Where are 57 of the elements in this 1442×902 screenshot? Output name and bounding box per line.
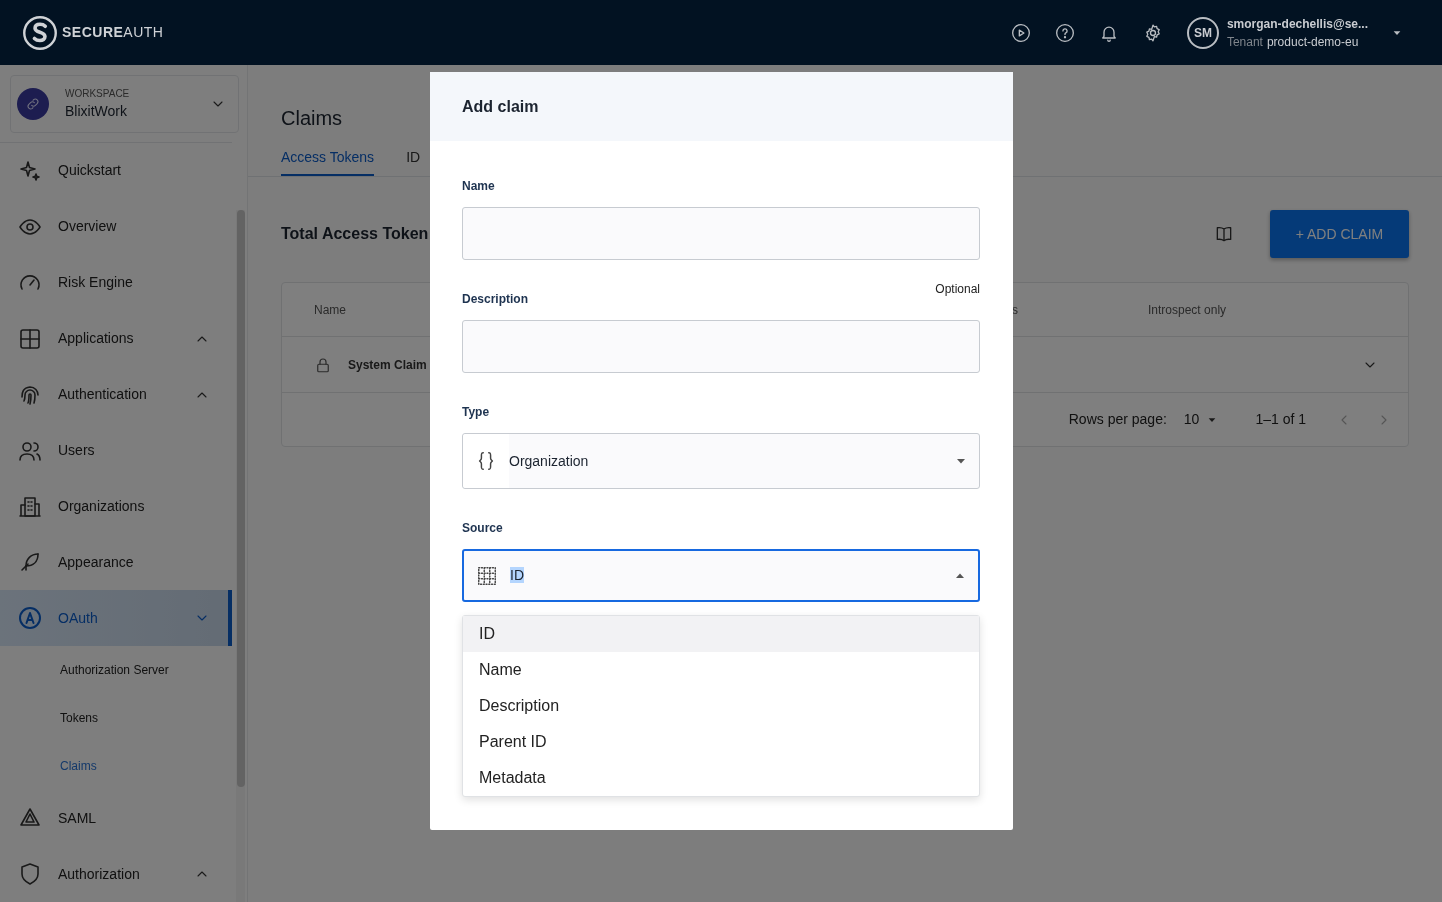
sidebar-item[interactable]: Applications: [0, 310, 232, 367]
field-label: Source: [462, 520, 503, 537]
dialog-title: Add claim: [462, 96, 539, 117]
sidebar-item[interactable]: Risk Engine: [0, 254, 232, 311]
rows-per-page-label: Rows per page:: [1068, 410, 1167, 429]
workspace-name: BlixitWork: [65, 101, 128, 121]
input-field[interactable]: [462, 320, 980, 373]
page-title: Claims: [281, 107, 343, 129]
scrollbar-thumb[interactable]: [237, 210, 245, 787]
brand-name: SECUREAUTH: [62, 23, 164, 42]
dropdown-option[interactable]: Metadata: [463, 760, 979, 796]
field-label: Name: [462, 178, 495, 195]
column-header: Introspect only: [1148, 302, 1227, 317]
dropdown-option[interactable]: Description: [463, 688, 979, 724]
tab[interactable]: ID: [406, 147, 421, 176]
field-label: Description: [462, 291, 528, 308]
book-icon[interactable]: [1214, 224, 1234, 244]
tenant-label: Tenant: [1226, 33, 1263, 51]
building-icon: [18, 494, 42, 519]
rows-per-page-select[interactable]: 10: [1183, 409, 1218, 430]
user-avatar[interactable]: SM: [1186, 16, 1219, 49]
column-header: s: [1012, 302, 1018, 317]
dropdown-option[interactable]: Name: [463, 652, 979, 688]
sidebar-item[interactable]: OAuth: [0, 590, 232, 647]
sidebar-item[interactable]: Authentication: [0, 366, 232, 423]
sparkle-icon: [18, 158, 42, 183]
sidebar-item[interactable]: Organizations: [0, 478, 232, 535]
select-field[interactable]: Organization: [462, 433, 980, 489]
sidebar-item[interactable]: SAML: [0, 790, 232, 847]
select-field[interactable]: ID: [462, 549, 980, 602]
input-field[interactable]: [462, 207, 980, 260]
shield-icon: [18, 862, 42, 887]
table-cell-text: System Claim: [348, 356, 428, 374]
dotted-grid-icon: [476, 564, 498, 587]
logo-icon: [22, 14, 58, 51]
sidebar-item[interactable]: Overview: [0, 198, 232, 255]
workspace-selector[interactable]: WORKSPACE BlixitWork: [10, 75, 239, 133]
optional-hint: Optional: [935, 281, 980, 298]
dropdown-option[interactable]: ID: [463, 616, 979, 652]
sidebar-item[interactable]: Users: [0, 422, 232, 479]
user-email: smorgan-dechellis@se...: [1226, 15, 1368, 33]
add-claim-button[interactable]: + ADD CLAIM: [1270, 210, 1409, 258]
section-title: Total Access Token: [281, 224, 430, 244]
page-range: 1–1 of 1: [1255, 410, 1306, 429]
sidebar-item[interactable]: Authorization: [0, 846, 232, 902]
tenant-name: product-demo-eu: [1266, 33, 1359, 51]
workspace-label: WORKSPACE: [65, 86, 131, 101]
field-label: Type: [462, 404, 490, 421]
letter-circle-icon: [18, 606, 42, 631]
play-icon[interactable]: [1010, 22, 1031, 43]
tab[interactable]: Access Tokens: [281, 147, 375, 176]
link-icon: [25, 95, 41, 112]
dropdown-option[interactable]: Parent ID: [463, 724, 979, 760]
lock-icon: [314, 355, 332, 374]
help-icon[interactable]: [1054, 22, 1075, 43]
column-header: Name: [314, 302, 346, 317]
grid-icon: [18, 326, 42, 351]
